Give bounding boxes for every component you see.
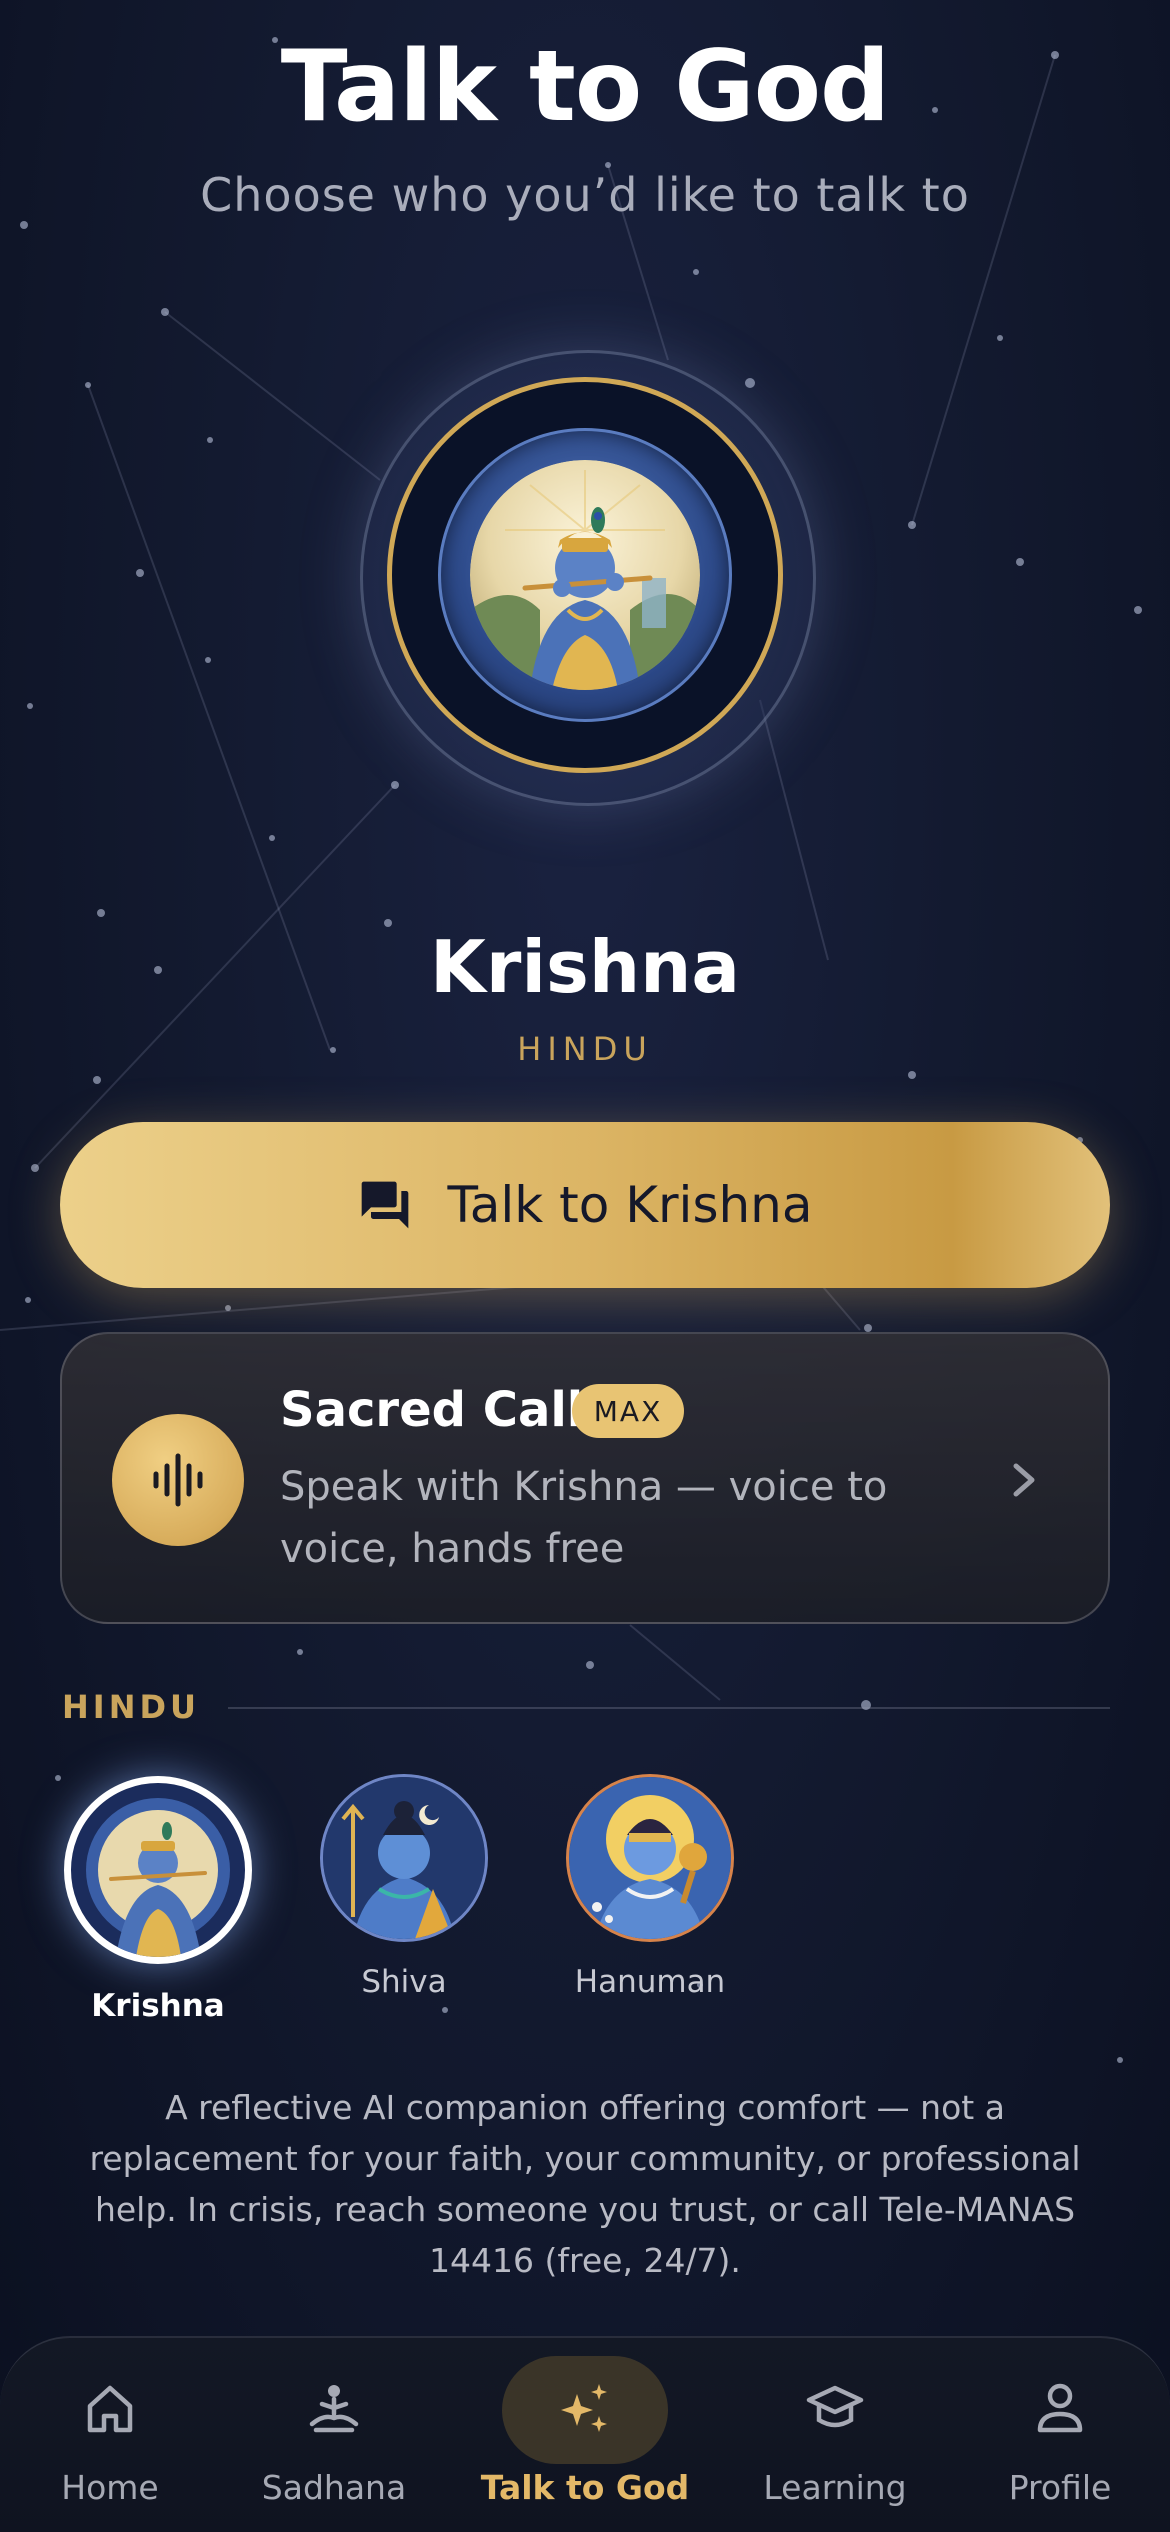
deity-label-krishna: Krishna xyxy=(91,1988,225,2024)
krishna-avatar xyxy=(64,1776,252,1964)
sound-wave-icon xyxy=(112,1414,244,1546)
page-subtitle: Choose who you’d like to talk to xyxy=(200,168,970,222)
chat-bubbles-icon xyxy=(362,1181,409,1229)
selected-deity-tradition: HINDU xyxy=(517,1030,653,1068)
tab-learning[interactable]: Learning xyxy=(725,2336,945,2532)
hanuman-avatar xyxy=(566,1774,734,1942)
tab-home-label: Home xyxy=(61,2468,159,2507)
sparkles-icon xyxy=(561,2384,607,2432)
deity-option-shiva[interactable]: Shiva xyxy=(318,1772,490,2012)
graduation-cap-icon xyxy=(806,2385,864,2428)
tab-sadhana[interactable]: Sadhana xyxy=(224,2336,444,2532)
deity-option-hanuman[interactable]: Hanuman xyxy=(564,1772,736,2012)
talk-to-god-screen: Talk to God Choose who you’d like to tal… xyxy=(0,0,1170,2532)
max-badge: MAX xyxy=(572,1384,684,1438)
section-label-hindu: HINDU xyxy=(62,1688,201,1726)
sacred-call-card[interactable]: Sacred Call MAX Speak with Krishna — voi… xyxy=(60,1332,1110,1624)
deity-label-shiva: Shiva xyxy=(361,1964,447,2000)
selected-deity-name: Krishna xyxy=(430,925,740,1009)
chevron-right-icon xyxy=(1013,1463,1035,1497)
meditation-icon xyxy=(309,2385,359,2433)
talk-to-deity-button[interactable]: Talk to Krishna xyxy=(60,1122,1110,1288)
tab-sadhana-label: Sadhana xyxy=(261,2468,407,2507)
krishna-hero-avatar[interactable] xyxy=(470,460,700,690)
tab-talk-to-god-label: Talk to God xyxy=(480,2468,690,2507)
sacred-call-description: Speak with Krishna — voice to voice, han… xyxy=(280,1464,888,1572)
tab-profile[interactable]: Profile xyxy=(950,2336,1170,2532)
tab-profile-label: Profile xyxy=(1008,2468,1112,2507)
tab-talk-to-god[interactable]: Talk to God xyxy=(455,2336,715,2532)
tab-learning-label: Learning xyxy=(763,2468,907,2507)
home-icon xyxy=(87,2385,133,2433)
sacred-call-title: Sacred Call xyxy=(280,1382,584,1438)
talk-button-label: Talk to Krishna xyxy=(447,1176,813,1234)
profile-icon xyxy=(1037,2383,1083,2433)
page-title: Talk to God xyxy=(280,30,890,144)
tab-home[interactable]: Home xyxy=(0,2336,220,2532)
disclaimer-text: A reflective AI companion offering comfo… xyxy=(89,2088,1081,2280)
section-divider xyxy=(228,1707,1110,1709)
shiva-avatar xyxy=(320,1774,488,1942)
deity-option-krishna[interactable]: Krishna xyxy=(60,1772,256,2032)
deity-label-hanuman: Hanuman xyxy=(574,1964,726,2000)
